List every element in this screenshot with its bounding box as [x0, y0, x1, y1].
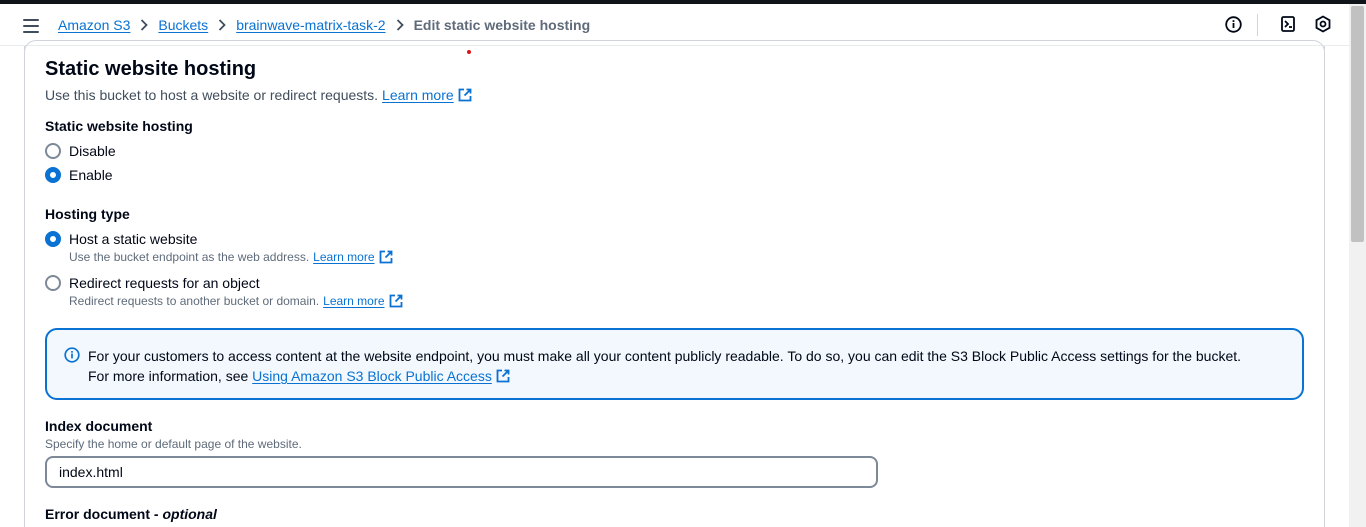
learn-more-link[interactable]: Learn more [313, 249, 374, 265]
error-document-label: Error document - optional [45, 506, 217, 522]
learn-more-link[interactable]: Learn more [323, 293, 384, 309]
optional-tag: optional [162, 506, 217, 522]
info-icon [64, 347, 80, 363]
description-text: Use this bucket to host a website or red… [45, 87, 379, 103]
index-document-label: Index document [45, 418, 153, 434]
external-link-icon [389, 294, 403, 308]
header-divider [1257, 14, 1258, 36]
breadcrumb-amazon-s3[interactable]: Amazon S3 [58, 17, 130, 33]
scrollbar-thumb[interactable] [1351, 6, 1364, 242]
radio-label: Redirect requests for an object [69, 275, 260, 291]
block-public-access-link[interactable]: Using Amazon S3 Block Public Access [252, 366, 492, 386]
radio-host-static-website[interactable]: Host a static website Use the bucket end… [45, 230, 393, 265]
breadcrumb-buckets[interactable]: Buckets [158, 17, 208, 33]
section-description: Use this bucket to host a website or red… [45, 87, 472, 103]
learn-more-link[interactable]: Learn more [382, 87, 454, 103]
chevron-right-icon [386, 19, 414, 31]
index-document-input[interactable] [45, 456, 878, 488]
alert-line-2: For more information, see [88, 368, 253, 384]
external-link-icon [496, 369, 510, 383]
settings-icon[interactable] [1314, 15, 1332, 33]
radio-enable[interactable]: Enable [45, 166, 113, 184]
page-title: Static website hosting [45, 58, 257, 80]
radio-button[interactable] [45, 167, 61, 183]
radio-label: Disable [69, 143, 116, 159]
external-link-icon [458, 88, 472, 102]
info-alert: For your customers to access content at … [45, 328, 1304, 400]
notifications-icon[interactable] [1279, 15, 1297, 33]
radio-description: Use the bucket endpoint as the web addre… [69, 250, 310, 264]
radio-button[interactable] [45, 143, 61, 159]
external-link-icon [379, 250, 393, 264]
chevron-right-icon [208, 19, 236, 31]
radio-redirect-requests[interactable]: Redirect requests for an object Redirect… [45, 274, 403, 309]
alert-line-1: For your customers to access content at … [88, 348, 1242, 364]
info-icon[interactable] [1224, 15, 1242, 33]
scrollbar[interactable] [1349, 4, 1366, 527]
breadcrumb: Amazon S3 Buckets brainwave-matrix-task-… [58, 16, 590, 34]
breadcrumb-current: Edit static website hosting [413, 17, 591, 33]
radio-button[interactable] [45, 231, 61, 247]
radio-label: Host a static website [69, 231, 198, 247]
radio-description: Redirect requests to another bucket or d… [69, 294, 320, 308]
hosting-label: Static website hosting [45, 118, 193, 134]
radio-label: Enable [69, 167, 113, 183]
chevron-right-icon [130, 19, 158, 31]
radio-button[interactable] [45, 275, 61, 291]
index-document-description: Specify the home or default page of the … [45, 437, 302, 451]
hosting-type-label: Hosting type [45, 206, 130, 222]
radio-disable[interactable]: Disable [45, 142, 116, 160]
breadcrumb-bucket-name[interactable]: brainwave-matrix-task-2 [236, 17, 385, 33]
menu-icon[interactable] [23, 19, 39, 33]
